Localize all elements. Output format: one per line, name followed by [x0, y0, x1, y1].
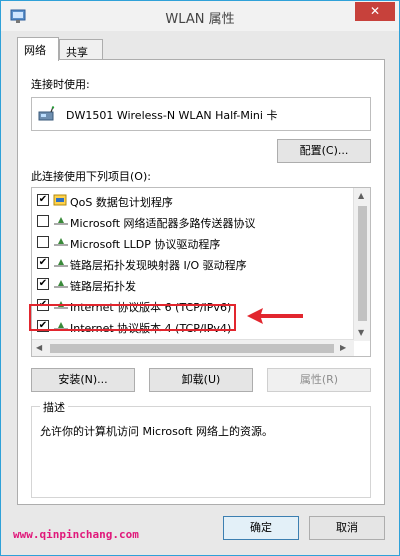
list-item[interactable]: Microsoft LLDP 协议驱动程序 — [32, 232, 354, 253]
horizontal-scrollbar[interactable]: ◀ ▶ — [32, 339, 354, 356]
item-label: 链路层拓扑发现映射器 I/O 驱动程序 — [70, 259, 247, 272]
vertical-scroll-thumb[interactable] — [358, 206, 367, 321]
protocol-icon — [54, 301, 68, 309]
components-list[interactable]: ✔ QoS 数据包计划程序 Microsoft 网络适配器多路传送器协议 Mic… — [31, 187, 371, 357]
list-item[interactable]: Microsoft 网络适配器多路传送器协议 — [32, 211, 354, 232]
close-icon: ✕ — [369, 4, 381, 18]
item-label: Internet 协议版本 6 (TCP/IPv6) — [70, 301, 232, 314]
wireless-adapter-icon — [38, 106, 55, 121]
list-item[interactable]: ✔ QoS 数据包计划程序 — [32, 190, 354, 211]
item-checkbox[interactable] — [37, 215, 49, 227]
tab-sharing[interactable]: 共享 — [59, 39, 103, 61]
check-mark-icon: ✔ — [38, 194, 48, 205]
install-button[interactable]: 安装(N)... — [31, 368, 135, 392]
item-label: Microsoft LLDP 协议驱动程序 — [70, 238, 221, 251]
close-button[interactable]: ✕ — [355, 2, 395, 21]
description-group: 描述 允许你的计算机访问 Microsoft 网络上的资源。 — [31, 399, 371, 498]
item-label: QoS 数据包计划程序 — [70, 196, 173, 209]
configure-button[interactable]: 配置(C)... — [277, 139, 371, 163]
tab-network-label: 网络 — [24, 44, 46, 57]
protocol-icon — [54, 259, 68, 267]
item-label: Microsoft 网络适配器多路传送器协议 — [70, 217, 256, 230]
scroll-down-icon[interactable]: ▼ — [358, 328, 364, 338]
description-title: 描述 — [40, 399, 68, 415]
items-label: 此连接使用下列项目(O): — [31, 170, 151, 183]
vertical-scrollbar[interactable]: ▲ ▼ — [353, 188, 370, 341]
window-title: WLAN 属性 — [165, 12, 235, 27]
cancel-button[interactable]: 取消 — [309, 516, 385, 540]
ok-button[interactable]: 确定 — [223, 516, 299, 540]
list-item[interactable]: ✔ 链路层拓扑发现映射器 I/O 驱动程序 — [32, 253, 354, 274]
check-mark-icon: ✔ — [38, 320, 48, 331]
list-item[interactable]: ✔ 链路层拓扑发 — [32, 274, 354, 295]
protocol-icon — [54, 217, 68, 225]
scroll-up-icon[interactable]: ▲ — [358, 191, 364, 201]
properties-button[interactable]: 属性(R) — [267, 368, 371, 392]
check-mark-icon: ✔ — [38, 257, 48, 268]
item-label: 链路层拓扑发 — [70, 280, 136, 293]
red-arrow-icon — [247, 308, 303, 324]
uninstall-button[interactable]: 卸载(U) — [149, 368, 253, 392]
protocol-icon — [54, 238, 68, 246]
properties-dialog: WLAN 属性 ✕ 网络 共享 连接时使用: DW1501 Wireless-N… — [0, 0, 400, 556]
qos-scheduler-icon — [53, 194, 67, 206]
item-checkbox[interactable]: ✔ — [37, 299, 49, 311]
adapter-box: DW1501 Wireless-N WLAN Half-Mini 卡 — [31, 97, 371, 131]
item-checkbox[interactable] — [37, 236, 49, 248]
check-mark-icon: ✔ — [38, 278, 48, 289]
protocol-icon — [54, 322, 68, 330]
check-mark-icon: ✔ — [38, 299, 48, 310]
protocol-icon — [54, 280, 68, 288]
horizontal-scroll-thumb[interactable] — [50, 344, 334, 353]
tab-sharing-label: 共享 — [66, 46, 88, 59]
connect-using-label: 连接时使用: — [31, 78, 90, 91]
watermark: www.qinpinchang.com — [13, 528, 139, 541]
adapter-name: DW1501 Wireless-N WLAN Half-Mini 卡 — [66, 109, 278, 122]
item-checkbox[interactable]: ✔ — [37, 320, 49, 332]
list-item[interactable]: ✔ Internet 协议版本 4 (TCP/IPv4) — [32, 316, 354, 337]
scroll-left-icon[interactable]: ◀ — [36, 343, 42, 353]
title-bar[interactable]: WLAN 属性 ✕ — [1, 1, 399, 31]
tab-network[interactable]: 网络 — [17, 37, 59, 61]
item-checkbox[interactable]: ✔ — [37, 278, 49, 290]
item-checkbox[interactable]: ✔ — [37, 194, 49, 206]
scroll-right-icon[interactable]: ▶ — [340, 343, 346, 353]
description-text: 允许你的计算机访问 Microsoft 网络上的资源。 — [40, 425, 274, 438]
list-item[interactable]: ✔ Internet 协议版本 6 (TCP/IPv6) — [32, 295, 354, 316]
item-label: Internet 协议版本 4 (TCP/IPv4) — [70, 322, 232, 335]
item-checkbox[interactable]: ✔ — [37, 257, 49, 269]
